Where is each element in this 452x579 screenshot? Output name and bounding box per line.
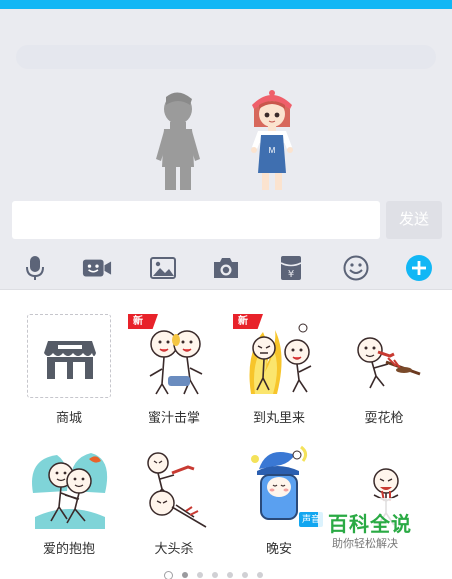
sticker-come-here[interactable]: 新 到丸里来: [233, 314, 325, 426]
page-dot[interactable]: [197, 572, 203, 578]
sticker-thumb: [27, 445, 111, 529]
shop-icon: [44, 341, 96, 379]
spear-play-sticker-image: [357, 337, 421, 389]
sticker-label: 到丸里来: [252, 410, 305, 425]
svg-text:¥: ¥: [288, 269, 294, 280]
big-head-kill-sticker-image: [147, 452, 207, 528]
video-call-icon[interactable]: [82, 255, 112, 281]
input-toolbar: ¥: [0, 246, 452, 290]
page-indicator: [164, 570, 263, 579]
watermark: 百科全说 助你轻松解决: [318, 498, 430, 558]
camera-icon[interactable]: [211, 255, 241, 281]
sticker-shop[interactable]: 商城: [23, 314, 115, 426]
sticker-thumb: [132, 445, 216, 529]
sticker-label: 耍花枪: [364, 410, 404, 425]
svg-text:M: M: [269, 146, 276, 155]
page-dot[interactable]: [257, 572, 263, 578]
watermark-title: 百科全说: [328, 514, 412, 536]
image-icon[interactable]: [148, 255, 178, 281]
red-packet-icon[interactable]: ¥: [276, 255, 306, 281]
watermark-subtitle: 助你轻松解决: [332, 538, 398, 550]
microphone-icon[interactable]: [20, 255, 50, 281]
sticker-big-head-kill[interactable]: 大头杀: [128, 445, 220, 557]
status-bar: [0, 0, 452, 9]
sticker-thumb: [27, 314, 111, 398]
message-input[interactable]: [12, 201, 380, 239]
sticker-label: 商城: [55, 410, 82, 425]
sticker-high-five[interactable]: 新 蜜汁击掌: [128, 314, 220, 426]
page-dot[interactable]: [212, 572, 218, 578]
loving-hug-sticker-image: [32, 453, 108, 529]
sticker-spear-play[interactable]: 耍花枪: [338, 314, 430, 426]
page-dot[interactable]: [242, 572, 248, 578]
sticker-good-night[interactable]: 声音 晚安: [233, 445, 325, 557]
emoji-icon[interactable]: [341, 255, 371, 281]
sticker-label: 爱的抱抱: [42, 541, 95, 556]
sticker-label: 大头杀: [154, 541, 194, 556]
chat-hint-bar: [16, 45, 436, 69]
sticker-label: 晚安: [265, 541, 292, 556]
send-button[interactable]: 发送: [386, 201, 442, 239]
sticker-loving-hug[interactable]: 爱的抱抱: [23, 445, 115, 557]
sticker-label: 蜜汁击掌: [147, 410, 200, 425]
sticker-thumb: 声音: [237, 445, 323, 529]
chat-area: M: [0, 9, 452, 209]
page-dot[interactable]: [227, 572, 233, 578]
page-dot[interactable]: [182, 572, 188, 578]
message-input-row: 发送: [0, 190, 452, 246]
sticker-thumb: [342, 314, 426, 398]
add-more-icon[interactable]: [404, 255, 434, 281]
emoji-page-dot[interactable]: [164, 570, 173, 579]
